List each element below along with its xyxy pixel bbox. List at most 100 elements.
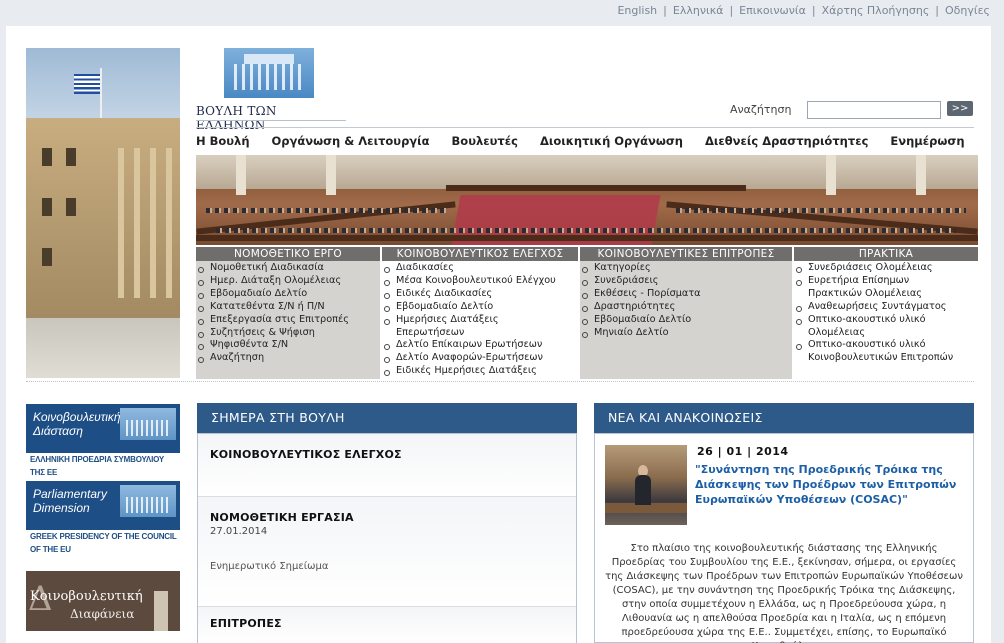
list-item[interactable]: Αναζήτηση: [196, 352, 380, 365]
list-item[interactable]: Μηνιαίο Δελτίο: [580, 327, 792, 340]
list-item[interactable]: Εβδομαδιαίο Δελτίο: [580, 314, 792, 327]
list-item-continued[interactable]: Πρακτικών Ολομέλειας: [794, 288, 978, 301]
separator: |: [811, 4, 816, 17]
parliament-building-photo: [26, 48, 180, 378]
separator: |: [729, 4, 734, 17]
nav-item-news[interactable]: Ενημέρωση: [890, 134, 964, 148]
banner-column: [916, 155, 926, 195]
link-sitemap[interactable]: Χάρτης Πλοήγησης: [822, 4, 930, 17]
news-photo[interactable]: [605, 445, 687, 525]
separator: |: [935, 4, 939, 17]
today-heading: ΣΗΜΕΡΑ ΣΤΗ ΒΟΥΛΗ: [197, 403, 577, 438]
list-item[interactable]: Μέσα Κοινοβουλευτικού Ελέγχου: [382, 275, 578, 288]
photo-window: [42, 148, 52, 166]
section-committees-list: Κατηγορίες Συνεδριάσεις Εκθέσεις - Πορίσ…: [580, 261, 792, 379]
dotted-divider: [26, 381, 974, 382]
today-item[interactable]: ΝΟΜΟΘΕΤΙΚΗ ΕΡΓΑΣΙΑ 27.01.2014 Ενημερωτικ…: [198, 497, 576, 607]
list-item[interactable]: Ειδικές Ημερήσιες Διατάξεις: [382, 365, 578, 378]
photo-window: [66, 148, 76, 166]
photo-column: [150, 148, 156, 298]
parliamentary-dimension-gr-banner[interactable]: Κοινοβουλευτική Διάσταση ΕΛΛΗΝΙΚΗ ΠΡΟΕΔΡΙ…: [26, 404, 180, 477]
section-legislative-header[interactable]: ΝΟΜΟΘΕΤΙΚΟ ΕΡΓΟ: [196, 247, 380, 261]
list-item[interactable]: Ευρετήρια Επίσημων: [794, 275, 978, 288]
section-legislative-list: Νομοθετική Διαδικασία Ημερ. Διάταξη Ολομ…: [196, 261, 380, 379]
list-item[interactable]: Δελτίο Αναφορών-Ερωτήσεων: [382, 352, 578, 365]
nav-item-administration[interactable]: Διοικητική Οργάνωση: [540, 134, 683, 148]
today-item-date: 27.01.2014: [210, 526, 268, 537]
link-greek[interactable]: Ελληνικά: [673, 4, 724, 17]
news-title-link[interactable]: "Συνάντηση της Προεδρικής Τρόικα της Διά…: [695, 462, 965, 507]
list-item-continued[interactable]: Κοινοβουλευτικών Επιτροπών: [794, 352, 978, 365]
list-item[interactable]: Συνεδριάσεις: [580, 275, 792, 288]
list-item[interactable]: Επεξεργασία στις Επιτροπές: [196, 314, 380, 327]
main-nav: Η Βουλή Οργάνωση & Λειτουργία Βουλευτές …: [196, 134, 976, 148]
today-item-title[interactable]: ΝΟΜΟΘΕΤΙΚΗ ΕΡΓΑΣΙΑ: [210, 511, 354, 524]
photo-column: [118, 148, 124, 298]
banner-title: Parliamentary Dimension: [33, 487, 107, 515]
parliament-building-icon: [120, 485, 176, 517]
top-bar: English | Ελληνικά | Επικοινωνία | Χάρτης Πλοή…: [0, 0, 1004, 26]
banner-wall: [196, 155, 978, 189]
banner-people: [676, 208, 966, 213]
list-item[interactable]: Συνεδριάσεις Ολομέλειας: [794, 262, 978, 275]
banner-column: [326, 155, 336, 195]
today-item-title[interactable]: ΚΟΙΝΟΒΟΥΛΕΥΤΙΚΟΣ ΕΛΕΓΧΟΣ: [210, 448, 402, 461]
list-item[interactable]: Εβδομαδιαίο Δελτίο: [382, 301, 578, 314]
list-item[interactable]: Εκθέσεις - Πορίσματα: [580, 288, 792, 301]
greek-flag-icon: [74, 74, 100, 94]
photo-person: [635, 475, 651, 505]
list-item-continued[interactable]: Ολομέλειας: [794, 327, 978, 340]
banner-subtitle: ΕΛΛΗΝΙΚΗ ΠΡΟΕΔΡΙΑ ΣΥΜΒΟΥΛΙΟΥ ΤΗΣ ΕΕ: [26, 453, 180, 477]
search-input[interactable]: [807, 101, 941, 119]
parliamentary-dimension-en-banner[interactable]: Parliamentary Dimension GREEK PRESIDENCY …: [26, 481, 180, 554]
search-button[interactable]: >>: [947, 101, 973, 116]
logo-columns: [234, 64, 304, 90]
news-body: Στο πλαίσιο της κοινοβουλευτικής διάστασ…: [605, 543, 963, 643]
section-control-list: Διαδικασίες Μέσα Κοινοβουλευτικού Ελέγχο…: [382, 261, 578, 379]
column-icon: [154, 591, 168, 631]
banner-column: [826, 155, 836, 195]
nav-item-parliament[interactable]: Η Βουλή: [196, 134, 250, 148]
separator: |: [663, 4, 667, 17]
section-minutes-header[interactable]: ΠΡΑΚΤΙΚΑ: [794, 247, 978, 261]
list-item[interactable]: Νομοθετική Διαδικασία: [196, 262, 380, 275]
list-item-continued[interactable]: Επερωτήσεων: [382, 327, 578, 340]
link-contact[interactable]: Επικοινωνία: [739, 4, 806, 17]
list-item[interactable]: Κατηγορίες: [580, 262, 792, 275]
nav-item-organization[interactable]: Οργάνωση & Λειτουργία: [272, 134, 430, 148]
list-item[interactable]: Οπτικο-ακουστικό υλικό: [794, 314, 978, 327]
list-item[interactable]: Δελτίο Επίκαιρων Ερωτήσεων: [382, 339, 578, 352]
today-item-title[interactable]: ΕΠΙΤΡΟΠΕΣ: [210, 617, 282, 630]
news-date: 26 | 01 | 2014: [697, 445, 789, 458]
list-item[interactable]: Οπτικο-ακουστικό υλικό: [794, 339, 978, 352]
section-committees-header[interactable]: ΚΟΙΝΟΒΟΥΛΕΥΤΙΚΕΣ ΕΠΙΤΡΟΠΕΣ: [580, 247, 792, 261]
nav-item-international[interactable]: Διεθνείς Δραστηριότητες: [705, 134, 868, 148]
list-item[interactable]: Δραστηριότητες: [580, 301, 792, 314]
link-english[interactable]: English: [617, 4, 657, 17]
nav-item-mps[interactable]: Βουλευτές: [452, 134, 518, 148]
list-item[interactable]: Διαδικασίες: [382, 262, 578, 275]
search-label: Αναζήτηση: [730, 103, 792, 116]
list-item[interactable]: Ημερ. Διάταξη Ολομέλειας: [196, 275, 380, 288]
news-panel: 26 | 01 | 2014 "Συνάντηση της Προεδρικής…: [594, 433, 974, 643]
section-control-header[interactable]: ΚΟΙΝΟΒΟΥΛΕΥΤΙΚΟΣ ΕΛΕΓΧΟΣ: [382, 247, 578, 261]
banner-title: Κοινοβουλευτική Διάσταση: [33, 410, 121, 438]
today-item[interactable]: ΚΟΙΝΟΒΟΥΛΕΥΤΙΚΟΣ ΕΛΕΓΧΟΣ: [198, 434, 576, 497]
parliament-logo[interactable]: ΒΟΥΛΗ ΤΩΝ ΕΛΛΗΝΩΝ: [196, 46, 346, 132]
list-item[interactable]: Αναθεωρήσεις Συντάγματος: [794, 301, 978, 314]
list-item[interactable]: Κατατεθέντα Σ/Ν ή Π/Ν: [196, 301, 380, 314]
banner-title-line1: Κοινοβουλευτική: [33, 410, 121, 424]
list-item[interactable]: Ειδικές Διαδικασίες: [382, 288, 578, 301]
today-item[interactable]: ΕΠΙΤΡΟΠΕΣ: [198, 607, 576, 643]
banner-column: [236, 155, 246, 195]
news-heading: ΝΕΑ ΚΑΙ ΑΝΑΚΟΙΝΩΣΕΙΣ: [594, 403, 974, 438]
list-item[interactable]: Εβδομαδιαίο Δελτίο: [196, 288, 380, 301]
list-item[interactable]: Ημερήσιες Διατάξεις: [382, 314, 578, 327]
banner-title-line1: Parliamentary: [33, 487, 108, 501]
today-item-link[interactable]: Ενημερωτικό Σημείωμα: [210, 561, 328, 572]
transparency-banner[interactable]: Δ Κοινοβουλευτική Διαφάνεια: [26, 571, 180, 631]
page-container: ΒΟΥΛΗ ΤΩΝ ΕΛΛΗΝΩΝ Αναζήτηση >> Η Βουλή Ο…: [6, 26, 991, 643]
list-item[interactable]: Ψηφισθέντα Σ/Ν: [196, 339, 380, 352]
link-help[interactable]: Οδηγίες: [945, 4, 990, 17]
list-item[interactable]: Συζητήσεις & Ψήφιση: [196, 327, 380, 340]
